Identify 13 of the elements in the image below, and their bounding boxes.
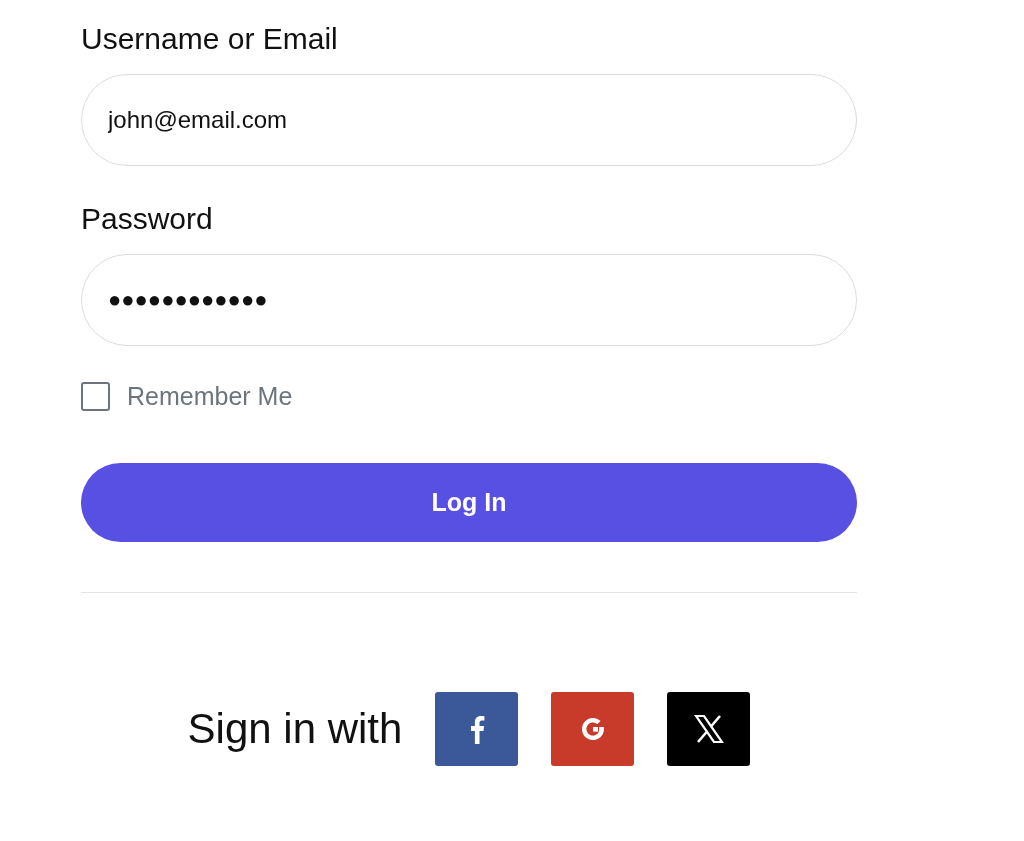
input-field[interactable]: ●●●●●●●●●●●●	[81, 254, 857, 346]
facebook-icon	[468, 714, 485, 744]
x-icon	[693, 715, 724, 743]
x-button[interactable]	[667, 692, 751, 766]
google-button[interactable]	[551, 692, 635, 766]
checkbox[interactable]	[81, 382, 110, 411]
login-button[interactable]: Log In	[81, 463, 857, 542]
checkbox-label: Remember Me	[127, 382, 293, 411]
input-field[interactable]: john@email.com	[81, 74, 857, 166]
sign-in-label: Sign in with	[187, 705, 403, 753]
field-label: Password	[81, 202, 214, 236]
facebook-button[interactable]	[435, 692, 519, 766]
field-label: Username or Email	[81, 22, 339, 56]
